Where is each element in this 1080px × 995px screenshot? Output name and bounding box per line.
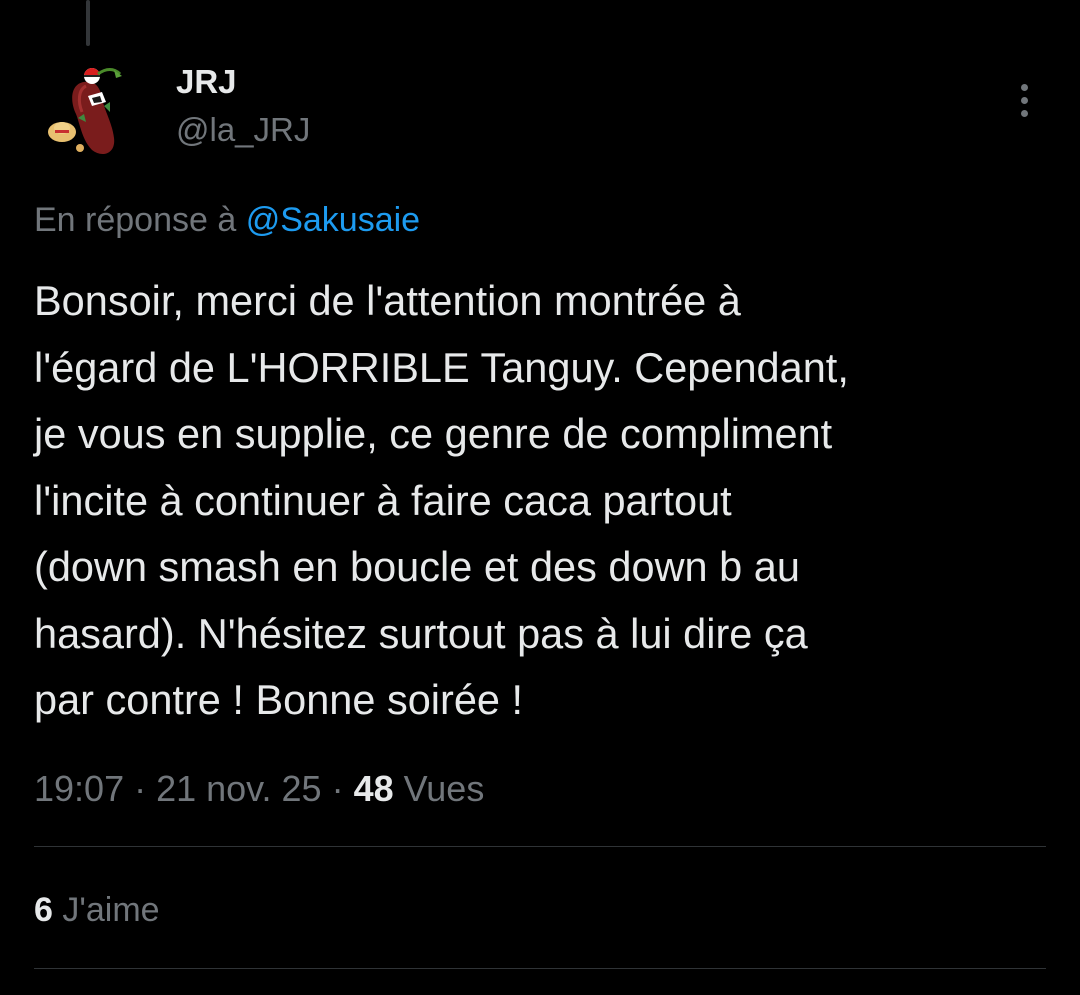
reply-mention-link[interactable]: @Sakusaie — [246, 201, 420, 239]
tweet-text-line: par contre ! Bonne soirée ! — [34, 676, 524, 723]
thread-connector-line — [86, 0, 90, 46]
more-vertical-icon — [1020, 83, 1028, 91]
avatar[interactable] — [40, 62, 140, 162]
reply-context: En réponse à @Sakusaie — [34, 198, 420, 242]
eggplant-character-avatar-icon — [48, 68, 122, 154]
tweet-text-line: hasard). N'hésitez surtout pas à lui dir… — [34, 609, 808, 657]
likes-count: 6 — [34, 891, 53, 929]
author-display-name[interactable]: JRJ — [176, 62, 237, 102]
author-handle[interactable]: @la_JRJ — [176, 110, 310, 150]
tweet-text-line: je vous en supplie, ce genre de complime… — [34, 410, 833, 457]
views-count: 48 — [353, 768, 394, 809]
meta-separator: · — [124, 768, 157, 809]
divider — [34, 968, 1046, 969]
more-options-button[interactable] — [1004, 78, 1044, 122]
tweet-time[interactable]: 19:07 — [34, 768, 124, 809]
meta-separator: · — [321, 768, 354, 809]
reply-context-prefix: En réponse à — [34, 201, 246, 239]
more-vertical-icon-dot — [1020, 96, 1028, 104]
divider — [34, 846, 1046, 847]
more-vertical-icon-dot — [1020, 109, 1028, 117]
tweet-date[interactable]: 21 nov. 25 — [156, 768, 321, 809]
tweet-text-line: Bonsoir, merci de l'attention montrée à — [34, 277, 741, 324]
tweet-text-line: l'incite à continuer à faire caca partou… — [34, 476, 732, 524]
tweet-meta: 19:07 · 21 nov. 25 · 48 Vues — [34, 766, 484, 812]
tweet-text: Bonsoir, merci de l'attention montrée à … — [34, 268, 1044, 734]
views-label: Vues — [393, 768, 485, 809]
tweet-text-line: (down smash en boucle et des down b au — [34, 543, 800, 590]
tweet-text-line: l'égard de L'HORRIBLE Tanguy. Cependant, — [34, 343, 849, 391]
likes-stat-link[interactable]: 6 J'aime — [34, 888, 160, 932]
likes-label: J'aime — [52, 891, 160, 929]
